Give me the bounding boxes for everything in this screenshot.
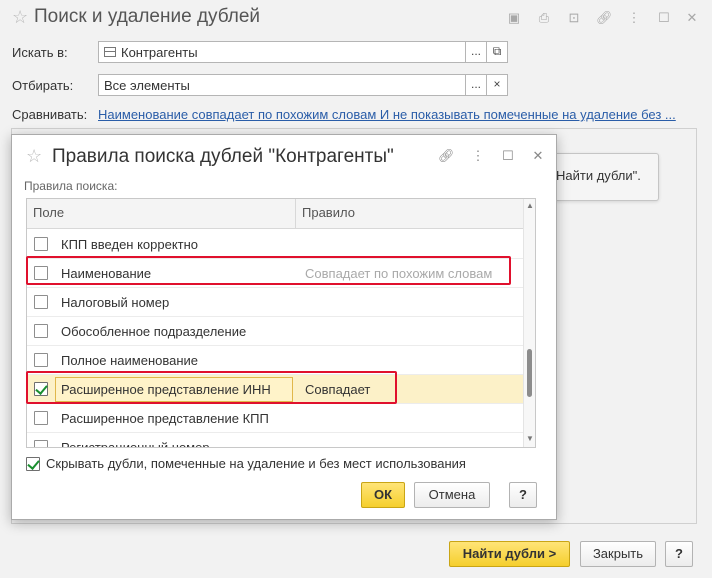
maximize-icon[interactable]: ☐ xyxy=(656,10,672,26)
search-in-open-button[interactable]: ⧉ xyxy=(486,41,508,63)
row-checkbox[interactable] xyxy=(34,411,48,425)
table-header: Поле Правило xyxy=(27,199,523,229)
scroll-down-arrow-icon[interactable]: ▼ xyxy=(525,434,535,444)
row-field-name: Регистрационный номер xyxy=(61,440,210,448)
row-checkbox[interactable] xyxy=(34,237,48,251)
table-row[interactable]: Обособленное подразделение xyxy=(27,317,523,346)
preview-icon[interactable]: ⊡ xyxy=(566,10,582,26)
ok-button[interactable]: ОК xyxy=(361,482,405,508)
rules-table: Поле Правило КПП введен корректно Наимен… xyxy=(26,198,536,448)
help-button[interactable]: ? xyxy=(665,541,693,567)
dialog-close-icon[interactable]: ✕ xyxy=(530,148,546,164)
table-row[interactable]: КПП введен корректно xyxy=(27,230,523,259)
print-icon[interactable]: ⎙ xyxy=(536,10,552,26)
row-field-name: Налоговый номер xyxy=(61,295,170,310)
search-rules-dialog: ☆ Правила поиска дублей "Контрагенты" 🔗︎… xyxy=(11,134,557,520)
table-row[interactable]: Регистрационный номер xyxy=(27,433,523,448)
find-duplicates-button[interactable]: Найти дубли > xyxy=(449,541,570,567)
compare-conditions-link[interactable]: Наименование совпадает по похожим словам… xyxy=(98,107,694,122)
table-row[interactable]: Налоговый номер xyxy=(27,288,523,317)
search-in-value: Контрагенты xyxy=(121,44,198,60)
cancel-button[interactable]: Отмена xyxy=(414,482,490,508)
filter-select-button[interactable]: ... xyxy=(465,74,487,96)
more-icon[interactable]: ⋮ xyxy=(626,10,642,26)
hide-duplicates-label: Скрывать дубли, помеченные на удаление и… xyxy=(46,456,466,471)
dialog-link-icon[interactable]: 🔗︎ xyxy=(438,148,455,164)
row-field-name: Расширенное представление КПП xyxy=(61,411,269,426)
compare-label: Сравнивать: xyxy=(12,107,88,122)
table-row[interactable]: Расширенное представление КПП xyxy=(27,404,523,433)
scroll-up-arrow-icon[interactable]: ▲ xyxy=(525,201,535,211)
row-checkbox[interactable] xyxy=(34,440,48,447)
close-button[interactable]: Закрыть xyxy=(580,541,656,567)
search-in-select-button[interactable]: ... xyxy=(465,41,487,63)
filter-value: Все элементы xyxy=(104,77,190,93)
dialog-favorite-star-icon[interactable]: ☆ xyxy=(26,147,42,165)
search-in-field[interactable]: Контрагенты xyxy=(98,41,466,63)
column-header-rule[interactable]: Правило xyxy=(296,199,523,229)
row-checkbox[interactable] xyxy=(34,324,48,338)
scrollbar-thumb[interactable] xyxy=(527,349,532,397)
highlight-frame-inn-row xyxy=(26,371,397,404)
row-checkbox[interactable] xyxy=(34,353,48,367)
save-icon[interactable]: ▣ xyxy=(506,10,522,26)
filter-clear-button[interactable]: × xyxy=(486,74,508,96)
search-rules-label: Правила поиска: xyxy=(24,179,118,193)
filter-field[interactable]: Все элементы xyxy=(98,74,466,96)
search-in-label: Искать в: xyxy=(12,45,68,60)
column-header-field[interactable]: Поле xyxy=(27,199,295,229)
close-icon[interactable]: ✕ xyxy=(684,10,700,26)
window-title: Поиск и удаление дублей xyxy=(34,6,261,27)
dialog-help-button[interactable]: ? xyxy=(509,482,537,508)
row-field-name: Обособленное подразделение xyxy=(61,324,247,339)
filter-label: Отбирать: xyxy=(12,78,74,93)
dialog-title: Правила поиска дублей "Контрагенты" xyxy=(52,146,394,167)
dialog-more-icon[interactable]: ⋮ xyxy=(470,148,486,164)
row-field-name: КПП введен корректно xyxy=(61,237,199,252)
catalog-icon xyxy=(104,47,116,57)
favorite-star-icon[interactable]: ☆ xyxy=(12,8,28,26)
link-icon[interactable]: 🔗︎ xyxy=(596,10,613,26)
highlight-frame-name-row xyxy=(26,256,511,285)
background-find-duplicates-button[interactable]: Найти дубли". xyxy=(545,153,659,201)
dialog-maximize-icon[interactable]: ☐ xyxy=(500,148,516,164)
hide-duplicates-checkbox[interactable] xyxy=(26,457,40,471)
row-checkbox[interactable] xyxy=(34,295,48,309)
table-scrollbar[interactable]: ▲ ▼ xyxy=(523,199,535,447)
